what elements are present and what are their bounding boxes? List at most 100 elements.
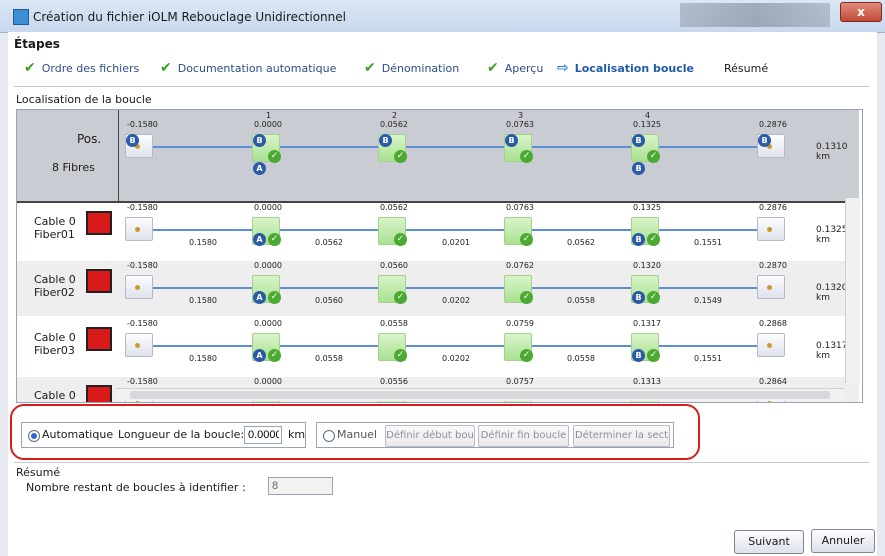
step-documentation[interactable]: ✔ Documentation automatique — [160, 60, 336, 76]
position-value: 0.0000 — [254, 120, 282, 129]
summary-title: Résumé — [16, 466, 61, 479]
cancel-button[interactable]: Annuler — [811, 529, 875, 553]
determine-section-button[interactable]: Déterminer la sect — [573, 425, 670, 447]
segment-length: 0.1580 — [189, 354, 217, 363]
check-badge-icon: ✓ — [394, 291, 407, 304]
fiber-name: Cable 0 Fiber02 — [34, 273, 76, 299]
receive-dot-icon — [767, 343, 772, 348]
position-index: 1 — [266, 111, 272, 120]
manual-radio[interactable] — [323, 430, 335, 442]
define-end-button[interactable]: Définir fin boucle — [478, 425, 569, 447]
loop-length-input[interactable] — [244, 426, 282, 444]
fiber-name: Cable 0 — [34, 389, 76, 402]
fiber-track: -0.1580 0.0000 0.0560 0.0762 0.1320 0.2870 ✓ ✓ ✓… — [119, 261, 859, 316]
pos-label: Pos. — [77, 132, 102, 146]
automatic-radio[interactable] — [28, 430, 40, 442]
segment-length: 0.0562 — [567, 238, 595, 247]
header-total: 0.1310 km — [816, 142, 848, 162]
automatic-label: Automatique — [42, 428, 114, 441]
position-value: 0.2864 — [759, 377, 787, 386]
position-index: 2 — [392, 111, 398, 120]
remaining-value — [268, 477, 333, 495]
check-badge-icon: ✓ — [394, 233, 407, 246]
position-value: -0.1580 — [127, 377, 158, 386]
scroll-thumb[interactable] — [130, 391, 830, 399]
fiber-track: -0.1580 0.0000 0.0558 0.0759 0.1317 0.2868 ✓ ✓ ✓… — [119, 319, 859, 374]
launch-dot-icon — [135, 401, 140, 402]
position-value: 0.1325 — [633, 120, 661, 129]
position-value: -0.1580 — [127, 203, 158, 212]
fiber-rows: Cable 0 Fiber01 -0.1580 0.0000 0.0562 0.0763… — [17, 203, 859, 402]
header-right: 1 2 3 4 -0.1580 0.0000 0.0562 0.0763 0.1325 0.287… — [119, 110, 859, 203]
fiber-name: Cable 0 Fiber01 — [34, 215, 76, 241]
receive-dot-icon — [767, 401, 772, 402]
b-badge-icon: B — [126, 134, 139, 147]
position-value: 0.0556 — [380, 377, 408, 386]
position-value: -0.1580 — [127, 261, 158, 270]
check-icon: ✔ — [160, 60, 172, 76]
fiber-line — [137, 229, 769, 231]
divider — [14, 462, 869, 463]
check-icon: ✔ — [364, 60, 376, 76]
fiber-track: -0.1580 0.0000 0.0562 0.0763 0.1325 0.2876 ✓ ✓ ✓… — [119, 203, 859, 258]
position-value: 0.0000 — [254, 319, 282, 328]
loop-b-badge-icon: B — [632, 233, 645, 246]
section-label: Localisation de la boucle — [16, 93, 152, 106]
position-value: 0.0560 — [380, 261, 408, 270]
fiber-row[interactable]: Cable 0 Fiber01 -0.1580 0.0000 0.0562 0.0763… — [17, 203, 859, 258]
step-ordre-fichiers[interactable]: ✔ Ordre des fichiers — [24, 60, 139, 76]
position-value: 0.0558 — [380, 319, 408, 328]
loop-length-unit: km — [288, 428, 306, 441]
window-title: Création du fichier iOLM Rebouclage Unid… — [33, 10, 346, 24]
horizontal-scrollbar[interactable] — [116, 388, 844, 401]
segment-length: 0.0560 — [315, 296, 343, 305]
check-badge-icon: ✓ — [647, 233, 660, 246]
segment-length: 0.0558 — [567, 354, 595, 363]
step-apercu[interactable]: ✔ Aperçu — [487, 60, 543, 76]
check-badge-icon: ✓ — [268, 233, 281, 246]
position-value: 0.0759 — [506, 319, 534, 328]
loop-length-label: Longueur de la boucle: — [118, 428, 245, 441]
b-badge-icon: B — [758, 134, 771, 147]
receive-dot-icon — [767, 227, 772, 232]
segment-length: 0.0558 — [567, 296, 595, 305]
b-badge-icon: B — [505, 134, 518, 147]
segment-length: 0.0201 — [442, 238, 470, 247]
position-value: 0.0762 — [506, 261, 534, 270]
fiber-icon — [86, 385, 112, 402]
check-badge-icon: ✓ — [647, 349, 660, 362]
step-denomination[interactable]: ✔ Dénomination — [364, 60, 459, 76]
vertical-scrollbar[interactable] — [845, 198, 860, 383]
launch-dot-icon — [135, 343, 140, 348]
check-badge-icon: ✓ — [647, 150, 660, 163]
step-resume[interactable]: Résumé — [724, 60, 768, 76]
check-badge-icon: ✓ — [268, 291, 281, 304]
b-badge-icon: B — [632, 134, 645, 147]
check-badge-icon: ✓ — [520, 233, 533, 246]
segment-length: 0.0558 — [315, 354, 343, 363]
title-bar: Création du fichier iOLM Rebouclage Unid… — [0, 0, 885, 33]
divider — [14, 86, 869, 87]
launch-dot-icon — [135, 285, 140, 290]
position-value: 0.2876 — [759, 120, 787, 129]
segment-length: 0.1551 — [694, 238, 722, 247]
position-value: 0.1325 — [633, 203, 661, 212]
a-badge-icon: A — [253, 162, 266, 175]
fiber-row[interactable]: Cable 0 Fiber03 -0.1580 0.0000 0.0558 0.0759… — [17, 319, 859, 374]
loop-grid: Pos. 8 Fibres 1 2 3 4 -0.1580 0.0000 0.0562 0.0… — [16, 109, 863, 403]
position-value: 0.2870 — [759, 261, 787, 270]
loop-a-badge-icon: A — [253, 291, 266, 304]
fiber-row[interactable]: Cable 0 Fiber02 -0.1580 0.0000 0.0560 0.0762… — [17, 261, 859, 316]
fiber-icon — [86, 211, 112, 235]
close-button[interactable]: x — [840, 2, 882, 22]
b-badge-icon: B — [632, 162, 645, 175]
next-button[interactable]: Suivant — [734, 530, 804, 554]
step-localisation-boucle[interactable]: ⇨ Localisation boucle — [557, 60, 694, 76]
check-badge-icon: ✓ — [394, 349, 407, 362]
fiber-line — [137, 146, 769, 148]
segment-length: 0.0202 — [442, 296, 470, 305]
define-begin-button[interactable]: Définir début bou — [385, 425, 475, 447]
b-badge-icon: B — [253, 134, 266, 147]
remaining-label: Nombre restant de boucles à identifier : — [26, 481, 246, 494]
fiber-line — [137, 287, 769, 289]
